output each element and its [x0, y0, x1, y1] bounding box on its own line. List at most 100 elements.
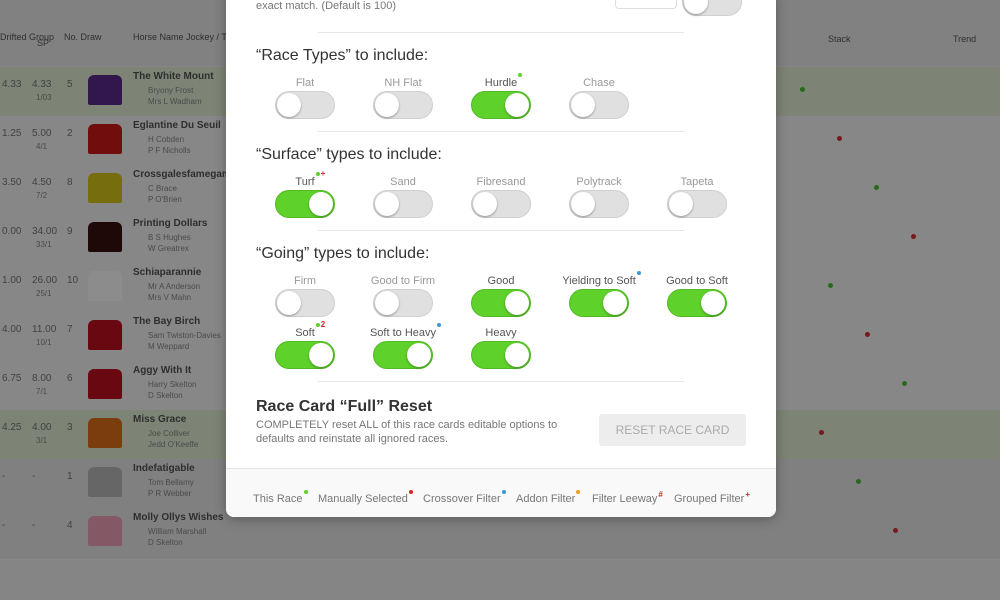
marker-group: 2 [315, 321, 325, 329]
toggle-switch-fibresand[interactable] [471, 190, 531, 218]
legend-item-addon-filter: Addon Filter [516, 490, 581, 505]
going-types-title: “Going” types to include: [256, 245, 430, 262]
legend-item-filter-leeway: Filter Leeway# [592, 490, 663, 506]
toggle-switch-soft[interactable] [275, 341, 335, 369]
option-label-text: Chase [583, 77, 615, 89]
option-label-text: Heavy [485, 327, 517, 339]
marker-dot [518, 73, 523, 77]
toggle-switch-polytrack[interactable] [569, 190, 629, 218]
divider [318, 131, 684, 132]
option-label-text: Polytrack [576, 176, 622, 188]
race-filter-modal: Only include races within yardage tolera… [226, 0, 776, 517]
toggle-switch-sand[interactable] [373, 190, 433, 218]
option-yielding-to-soft: Yielding to Soft [549, 271, 649, 317]
option-fibresand: Fibresand [451, 172, 551, 218]
option-label-text: Tapeta [680, 176, 714, 188]
toggle-knob [505, 343, 529, 367]
option-label: Turf + [295, 170, 325, 189]
toggle-knob [277, 291, 301, 315]
toggle-switch-heavy[interactable] [471, 341, 531, 369]
option-label: Tapeta [680, 175, 713, 189]
option-label-text: Soft [295, 327, 315, 339]
marker-dot [501, 490, 506, 494]
option-label: Hurdle [485, 73, 523, 90]
yardage-toggle-switch[interactable] [682, 0, 742, 16]
toggle-switch-turf[interactable] [275, 190, 335, 218]
toggle-switch-good-to-firm[interactable] [373, 289, 433, 317]
marker-group [501, 490, 507, 499]
marker-dot [315, 323, 320, 327]
option-nh-flat: NH Flat [353, 73, 453, 119]
surface-types-title: “Surface” types to include: [256, 146, 442, 163]
option-label-text: NH Flat [384, 77, 422, 89]
marker-group [518, 71, 523, 79]
toggle-knob [473, 192, 497, 216]
option-label-text: Sand [390, 176, 416, 188]
toggle-switch-good-to-soft[interactable] [667, 289, 727, 317]
marker-group: + [745, 490, 750, 499]
option-flat: Flat [255, 73, 355, 119]
marker-dot [636, 271, 641, 275]
legend-bar: This Race Manually Selected Crossover Filt… [226, 468, 776, 517]
toggle-knob [407, 343, 431, 367]
option-label: Heavy [485, 326, 516, 340]
yardage-tolerance-input[interactable] [615, 0, 677, 9]
option-label-text: Soft to Heavy [369, 327, 437, 339]
option-label: Fibresand [477, 175, 526, 189]
option-label: Chase [583, 76, 615, 90]
marker-symbol: + [745, 490, 750, 499]
toggle-switch-soft-to-heavy[interactable] [373, 341, 433, 369]
toggle-switch-chase[interactable] [569, 91, 629, 119]
toggle-knob [571, 93, 595, 117]
toggle-knob [684, 0, 708, 14]
toggle-switch-hurdle[interactable] [471, 91, 531, 119]
marker-group: + [315, 169, 326, 178]
option-good-to-soft: Good to Soft [647, 271, 747, 317]
option-label: Soft to Heavy [369, 323, 442, 340]
toggle-switch-yielding-to-soft[interactable] [569, 289, 629, 317]
option-chase: Chase [549, 73, 649, 119]
option-label-text: Good [487, 275, 515, 287]
option-label: Flat [296, 76, 314, 90]
legend-label: Crossover Filter [423, 493, 501, 505]
option-soft: Soft 2 [255, 321, 355, 369]
toggle-switch-flat[interactable] [275, 91, 335, 119]
reset-description: COMPLETELY reset ALL of this race cards … [256, 419, 558, 445]
legend-item-grouped-filter: Grouped Filter+ [674, 490, 750, 506]
marker-dot [303, 490, 308, 494]
marker-dot [315, 172, 320, 176]
marker-dot [437, 323, 442, 327]
reset-title: Race Card “Full” Reset [256, 398, 433, 415]
option-soft-to-heavy: Soft to Heavy [353, 323, 453, 369]
toggle-switch-nh-flat[interactable] [373, 91, 433, 119]
option-label-text: Flat [295, 77, 315, 89]
marker-dot [576, 490, 581, 494]
toggle-knob [309, 343, 333, 367]
legend-label: Grouped Filter [674, 493, 745, 505]
toggle-knob [571, 192, 595, 216]
marker-symbol: + [320, 169, 326, 178]
legend-label: Addon Filter [516, 493, 576, 505]
option-label: Sand [390, 175, 416, 189]
option-label-text: Turf [295, 176, 315, 188]
marker-group [576, 490, 581, 499]
option-sand: Sand [353, 172, 453, 218]
option-label: Good [488, 274, 515, 288]
legend-label: Filter Leeway [592, 493, 658, 505]
legend-label: This Race [253, 493, 303, 505]
toggle-switch-tapeta[interactable] [667, 190, 727, 218]
option-label: Soft 2 [295, 321, 325, 340]
option-polytrack: Polytrack [549, 172, 649, 218]
option-label: Good to Soft [666, 274, 728, 288]
reset-race-card-button[interactable]: RESET RACE CARD [599, 414, 746, 446]
toggle-switch-firm[interactable] [275, 289, 335, 317]
option-label: Good to Firm [371, 274, 435, 288]
option-firm: Firm [255, 271, 355, 317]
option-label: Polytrack [576, 175, 621, 189]
legend-item-manually-selected: Manually Selected [318, 490, 414, 505]
option-tapeta: Tapeta [647, 172, 747, 218]
marker-group: # [658, 490, 662, 499]
marker-group [408, 490, 414, 499]
option-good: Good [451, 271, 551, 317]
toggle-switch-good[interactable] [471, 289, 531, 317]
